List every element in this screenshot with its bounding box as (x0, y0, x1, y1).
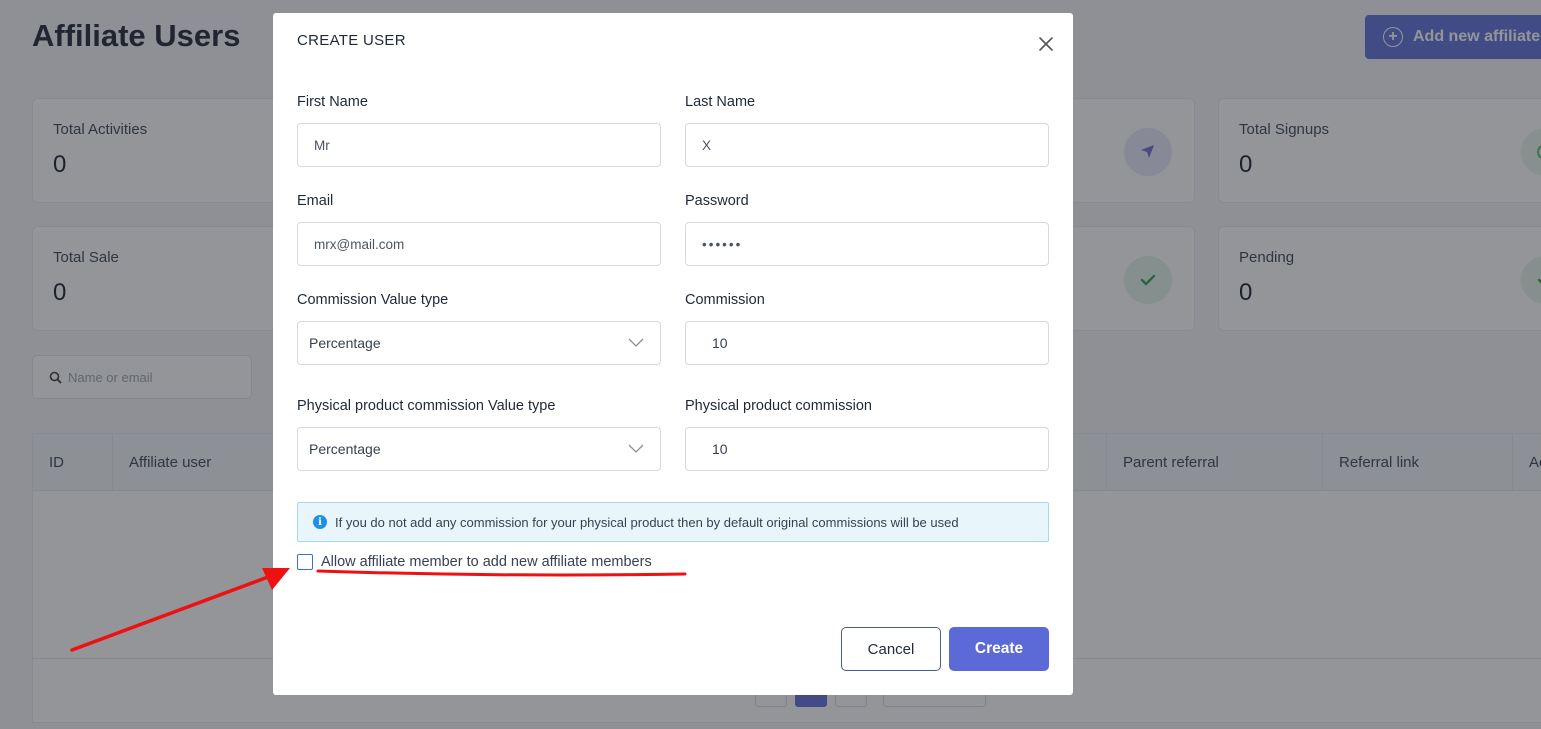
commission-type-select[interactable]: Percentage (297, 321, 661, 365)
allow-affiliate-checkbox[interactable] (297, 554, 313, 570)
physical-commission-field[interactable] (685, 427, 1049, 471)
commission-input[interactable] (686, 322, 1048, 364)
email-field[interactable] (297, 222, 661, 266)
chevron-down-icon (628, 444, 644, 453)
password-input[interactable] (686, 223, 1048, 265)
modal-title: CREATE USER (297, 32, 406, 49)
email-label: Email (297, 193, 334, 209)
email-input[interactable] (298, 223, 660, 265)
allow-affiliate-checkbox-label[interactable]: Allow affiliate member to add new affili… (321, 554, 652, 570)
physical-type-select[interactable]: Percentage (297, 427, 661, 471)
last-name-input[interactable] (686, 124, 1048, 166)
create-button[interactable]: Create (949, 627, 1049, 671)
physical-commission-input[interactable] (686, 428, 1048, 470)
close-button[interactable] (1035, 33, 1057, 55)
last-name-field[interactable] (685, 123, 1049, 167)
create-user-modal: CREATE USER First Name Last Name Email P… (273, 13, 1073, 695)
password-label: Password (685, 193, 749, 209)
info-icon: i (313, 515, 327, 529)
close-icon (1039, 37, 1053, 51)
commission-label: Commission (685, 292, 765, 308)
cancel-button[interactable]: Cancel (841, 627, 941, 671)
commission-type-value: Percentage (309, 335, 381, 351)
last-name-label: Last Name (685, 94, 756, 110)
first-name-field[interactable] (297, 123, 661, 167)
password-field[interactable] (685, 222, 1049, 266)
allow-affiliate-checkbox-row[interactable]: Allow affiliate member to add new affili… (297, 554, 652, 570)
physical-type-label: Physical product commission Value type (297, 398, 556, 414)
physical-commission-label: Physical product commission (685, 398, 872, 414)
info-alert: i If you do not add any commission for y… (297, 502, 1049, 542)
first-name-label: First Name (297, 94, 368, 110)
chevron-down-icon (628, 338, 644, 347)
info-text: If you do not add any commission for you… (335, 514, 959, 530)
physical-type-value: Percentage (309, 441, 381, 457)
commission-field[interactable] (685, 321, 1049, 365)
commission-type-label: Commission Value type (297, 292, 449, 308)
first-name-input[interactable] (298, 124, 660, 166)
